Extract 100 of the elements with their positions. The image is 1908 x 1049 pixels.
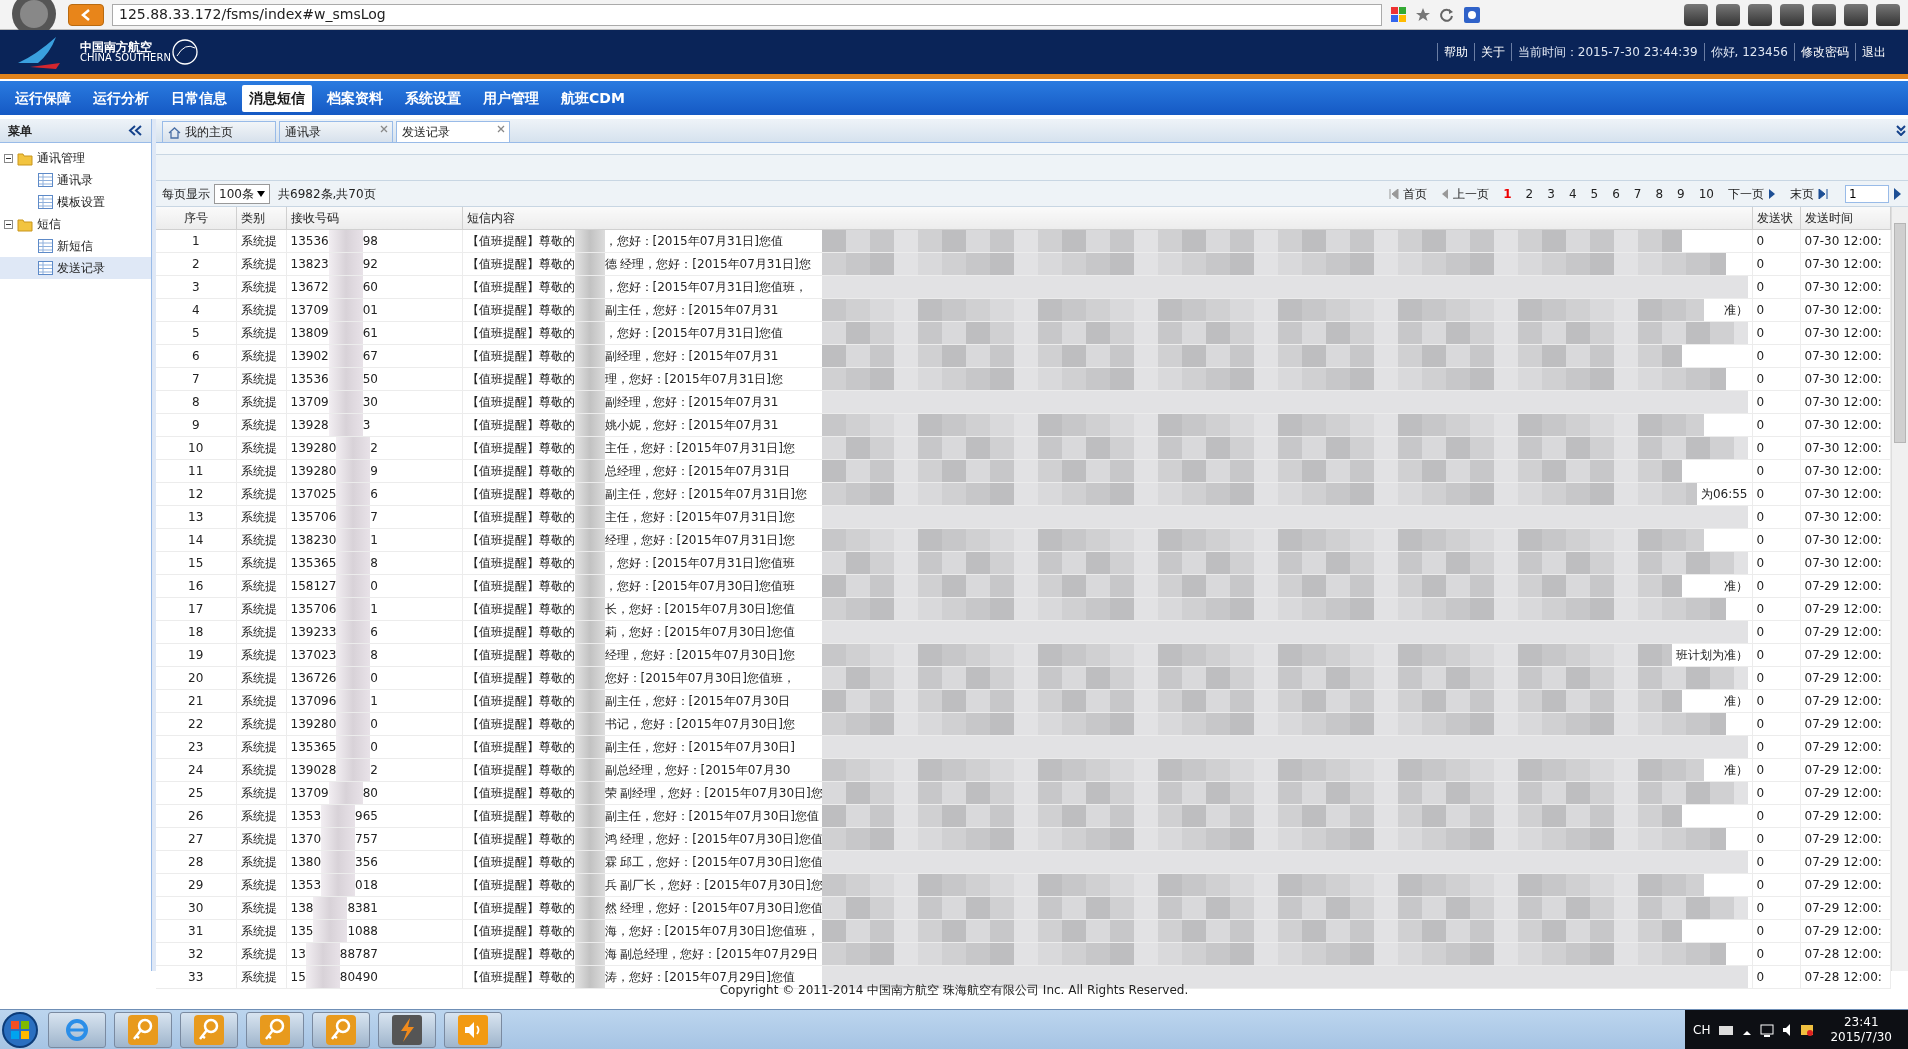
pager-link[interactable]: 上一页	[1436, 184, 1495, 203]
blurred-redaction	[574, 758, 605, 780]
column-header: 类别	[236, 207, 286, 229]
nav-tab[interactable]: 航班CDM	[554, 84, 632, 112]
page-number[interactable]: 8	[1650, 184, 1669, 203]
collapse-toggle-icon[interactable]	[4, 153, 13, 163]
taskbar-button[interactable]	[246, 1011, 304, 1048]
table-cell: 系统提	[236, 321, 286, 344]
collapse-icon[interactable]	[128, 124, 143, 137]
blurred-redaction	[321, 827, 356, 849]
blurred-redaction	[336, 528, 371, 550]
phone-number-part: 139280	[290, 462, 337, 480]
page-number[interactable]: 3	[1542, 184, 1560, 203]
back-button[interactable]	[68, 3, 104, 26]
phone-number-part: 158127	[290, 577, 337, 595]
tab[interactable]: 发送记录	[396, 121, 510, 142]
message-text: 为06:55	[1699, 485, 1748, 503]
table-cell: 系统提	[236, 712, 286, 735]
table-cell: 16	[156, 574, 236, 597]
table-icon	[38, 173, 53, 187]
page-input[interactable]: 1	[1845, 184, 1889, 203]
tree-item[interactable]: 新短信	[0, 235, 151, 257]
nav-tab[interactable]: 用户管理	[476, 84, 546, 112]
network-icon[interactable]	[1760, 1022, 1775, 1037]
tab-menu-icon[interactable]	[1896, 125, 1906, 136]
page-number[interactable]: 10	[1693, 184, 1719, 203]
start-button-icon[interactable]	[0, 1009, 40, 1049]
pager-link[interactable]: 末页	[1785, 184, 1833, 203]
message-text: 兵 副厂长，您好：[2015年07月30日]您	[604, 876, 823, 894]
go-page-button[interactable]	[1893, 187, 1902, 200]
table-cell: 0	[1752, 620, 1800, 643]
tree-item[interactable]: 模板设置	[0, 191, 151, 213]
close-icon[interactable]	[380, 125, 388, 133]
tree-item[interactable]: 通讯录	[0, 169, 151, 191]
blurred-redaction	[574, 896, 605, 918]
page-number[interactable]: 1	[1498, 184, 1517, 203]
table-cell: 系统提	[236, 758, 286, 781]
pager-link[interactable]: 下一页	[1723, 184, 1781, 203]
flag-icon[interactable]	[1800, 1022, 1815, 1037]
phone-number-part: 6	[370, 623, 378, 641]
page-number[interactable]: 7	[1628, 184, 1647, 203]
table-cell: 系统提	[236, 689, 286, 712]
page-number[interactable]: 9	[1672, 184, 1690, 203]
tree-item[interactable]: 发送记录	[0, 257, 151, 279]
page-size-select[interactable]: 100条	[214, 183, 270, 204]
browser-e-icon	[64, 1016, 90, 1043]
table-cell: 0	[1752, 482, 1800, 505]
collapse-toggle-icon[interactable]	[4, 219, 13, 229]
page-number[interactable]: 6	[1607, 184, 1625, 203]
blurred-redaction	[574, 804, 605, 826]
nav-tab[interactable]: 系统设置	[398, 84, 468, 112]
colorful-squares-icon[interactable]	[1390, 6, 1407, 23]
header-link[interactable]: 退出	[1855, 43, 1892, 61]
phone-number-part: 135365	[290, 554, 337, 572]
nav-tab[interactable]: 档案资料	[320, 84, 390, 112]
header-link[interactable]: 帮助	[1436, 43, 1474, 61]
pager-link[interactable]: 首页	[1384, 184, 1433, 203]
blurred-redaction	[574, 620, 605, 642]
tab[interactable]: 我的主页	[162, 121, 276, 142]
copyright-text: Copyright © 2011-2014 中国南方航空 珠海航空有限公司 Inc. All Rights Reserved.	[719, 983, 1189, 999]
page-number[interactable]: 2	[1520, 184, 1539, 203]
taskbar-button[interactable]	[312, 1011, 370, 1048]
table-cell: 07-30 12:00:	[1800, 229, 1890, 252]
header-link[interactable]: 关于	[1473, 43, 1511, 61]
refresh-icon[interactable]	[1439, 6, 1455, 23]
page-number[interactable]: 5	[1585, 184, 1604, 203]
nav-tab[interactable]: 消息短信	[242, 84, 312, 112]
message-text: 【值班提醒】尊敬的	[466, 876, 575, 894]
close-icon[interactable]	[497, 125, 505, 133]
nav-tab[interactable]: 运行分析	[86, 84, 156, 112]
tree-item[interactable]: 通讯管理	[37, 149, 85, 167]
taskbar-button[interactable]	[378, 1011, 436, 1048]
blurred-redaction	[328, 229, 363, 251]
blurred-redaction	[328, 344, 363, 366]
phone-number-part: 2	[370, 761, 378, 779]
taskbar-button[interactable]	[444, 1011, 502, 1048]
blurred-redaction	[574, 551, 605, 573]
table-cell: 07-30 12:00:	[1800, 413, 1890, 436]
address-bar[interactable]: 125.88.33.172/fsms/index#w_smsLog	[112, 3, 1382, 26]
clock[interactable]: 23:41 2015/7/30	[1822, 1014, 1900, 1045]
search-engine-icon[interactable]	[1463, 5, 1481, 24]
taskbar-button[interactable]	[114, 1011, 172, 1048]
nav-tab[interactable]: 运行保障	[8, 84, 78, 112]
page-number[interactable]: 4	[1563, 184, 1582, 203]
taskbar-button[interactable]	[48, 1011, 106, 1048]
tab[interactable]: 通讯录	[279, 121, 393, 142]
message-text: 【值班提醒】尊敬的	[466, 278, 575, 296]
table-cell: 0	[1752, 229, 1800, 252]
phone-number-part: 60	[362, 278, 378, 296]
volume-icon[interactable]	[1782, 1022, 1793, 1037]
blurred-redaction	[328, 390, 363, 412]
tree-item[interactable]: 短信	[37, 215, 61, 233]
header-link[interactable]: 修改密码	[1794, 43, 1855, 61]
language-indicator[interactable]: CH	[1693, 1020, 1711, 1039]
message-text: 您好：[2015年07月30日]您值班，	[604, 669, 795, 687]
phone-number-part: 67	[362, 347, 378, 365]
table-icon	[38, 195, 53, 209]
taskbar-button[interactable]	[180, 1011, 238, 1048]
blurred-redaction	[574, 252, 605, 274]
nav-tab[interactable]: 日常信息	[164, 84, 234, 112]
